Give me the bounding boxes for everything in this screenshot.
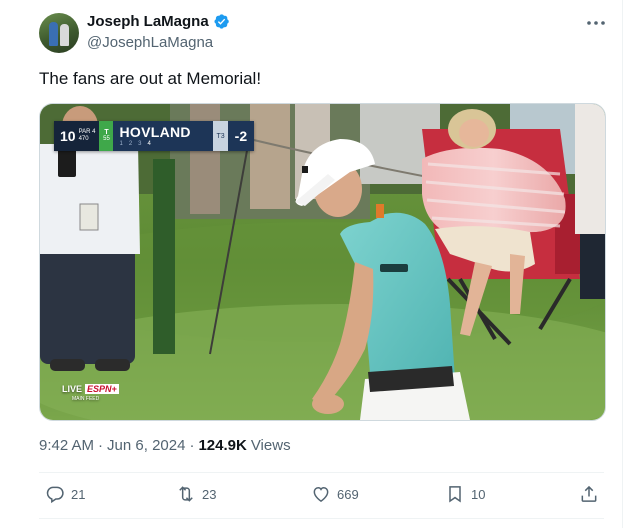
broadcast-watermark: LIVE ESPN+ MAIN FEED — [62, 384, 119, 402]
scorebug-rounds: 1 2 3 4 — [119, 140, 205, 148]
like-count: 669 — [337, 486, 359, 502]
retweet-button[interactable]: 23 — [176, 484, 216, 504]
scorebug-round-2: 2 — [128, 140, 133, 147]
bookmark-count: 10 — [471, 486, 486, 502]
views-count: 124.9K — [198, 437, 247, 454]
scorebug-position-box: T3 — [213, 121, 228, 151]
tweet-time[interactable]: 9:42 AM — [39, 437, 94, 454]
author-display-name[interactable]: Joseph LaMagna — [87, 13, 209, 30]
divider — [39, 472, 604, 473]
author-name-row[interactable]: Joseph LaMagna — [87, 13, 230, 30]
share-icon — [581, 485, 597, 502]
scorebug: 10 PAR 4 470 T 55 HOVLAND 1 2 3 4 T3 -2 — [54, 121, 255, 151]
scorebug-score: -2 — [234, 128, 248, 144]
scorebug-par: PAR 4 — [78, 129, 96, 135]
scorebug-player-box: HOVLAND 1 2 3 4 — [113, 121, 214, 151]
retweet-count: 23 — [202, 486, 217, 502]
like-button[interactable]: 669 — [311, 484, 359, 504]
author-handle[interactable]: @JosephLaMagna — [87, 34, 213, 51]
avatar[interactable] — [39, 13, 79, 53]
verified-badge-icon — [214, 14, 229, 29]
reply-button[interactable]: 21 — [45, 484, 85, 504]
views-label: Views — [250, 437, 291, 454]
scorebug-tee-box: T 55 — [99, 121, 114, 151]
tweet-date[interactable]: Jun 6, 2024 — [107, 437, 185, 454]
scorebug-round-3: 3 — [138, 140, 142, 147]
tweet-video[interactable]: 10 PAR 4 470 T 55 HOVLAND 1 2 3 4 T3 -2 … — [39, 103, 606, 421]
retweet-icon — [179, 486, 193, 502]
heart-icon — [313, 486, 329, 502]
reply-icon — [46, 486, 64, 504]
bookmark-icon — [449, 486, 461, 503]
bookmark-button[interactable]: 10 — [445, 484, 485, 504]
scorebug-round-4: 4 — [147, 140, 151, 147]
scorebug-round-1: 1 — [119, 140, 123, 147]
video-frame — [40, 104, 605, 420]
scorebug-hole: 10 — [60, 128, 76, 144]
tweet-actions: 21 23 669 10 — [39, 484, 604, 508]
tweet-meta: 9:42 AM · Jun 6, 2024 · 124.9K Views — [39, 437, 291, 454]
scorebug-tee-label: T — [104, 129, 109, 136]
feed-label: MAIN FEED — [72, 396, 100, 402]
scorebug-yards: 470 — [78, 136, 89, 142]
reply-count: 21 — [71, 486, 86, 502]
bottom-divider — [39, 518, 604, 519]
scorebug-position: T3 — [216, 132, 225, 140]
scorebug-tee-sub: 55 — [103, 136, 110, 142]
network-logo: ESPN+ — [85, 384, 119, 394]
tweet-text: The fans are out at Memorial! — [39, 69, 262, 88]
scorebug-score-box: -2 — [227, 121, 255, 151]
scorebug-player: HOVLAND — [119, 123, 191, 140]
live-label: LIVE — [62, 384, 83, 394]
share-button[interactable] — [579, 484, 599, 504]
tweet-card: Joseph LaMagna @JosephLaMagna The fans a… — [0, 0, 623, 528]
more-options-icon[interactable] — [585, 13, 607, 33]
meta-separator: · — [98, 437, 104, 454]
meta-separator-2: · — [189, 437, 195, 454]
scorebug-hole-box: 10 PAR 4 470 — [54, 121, 100, 151]
